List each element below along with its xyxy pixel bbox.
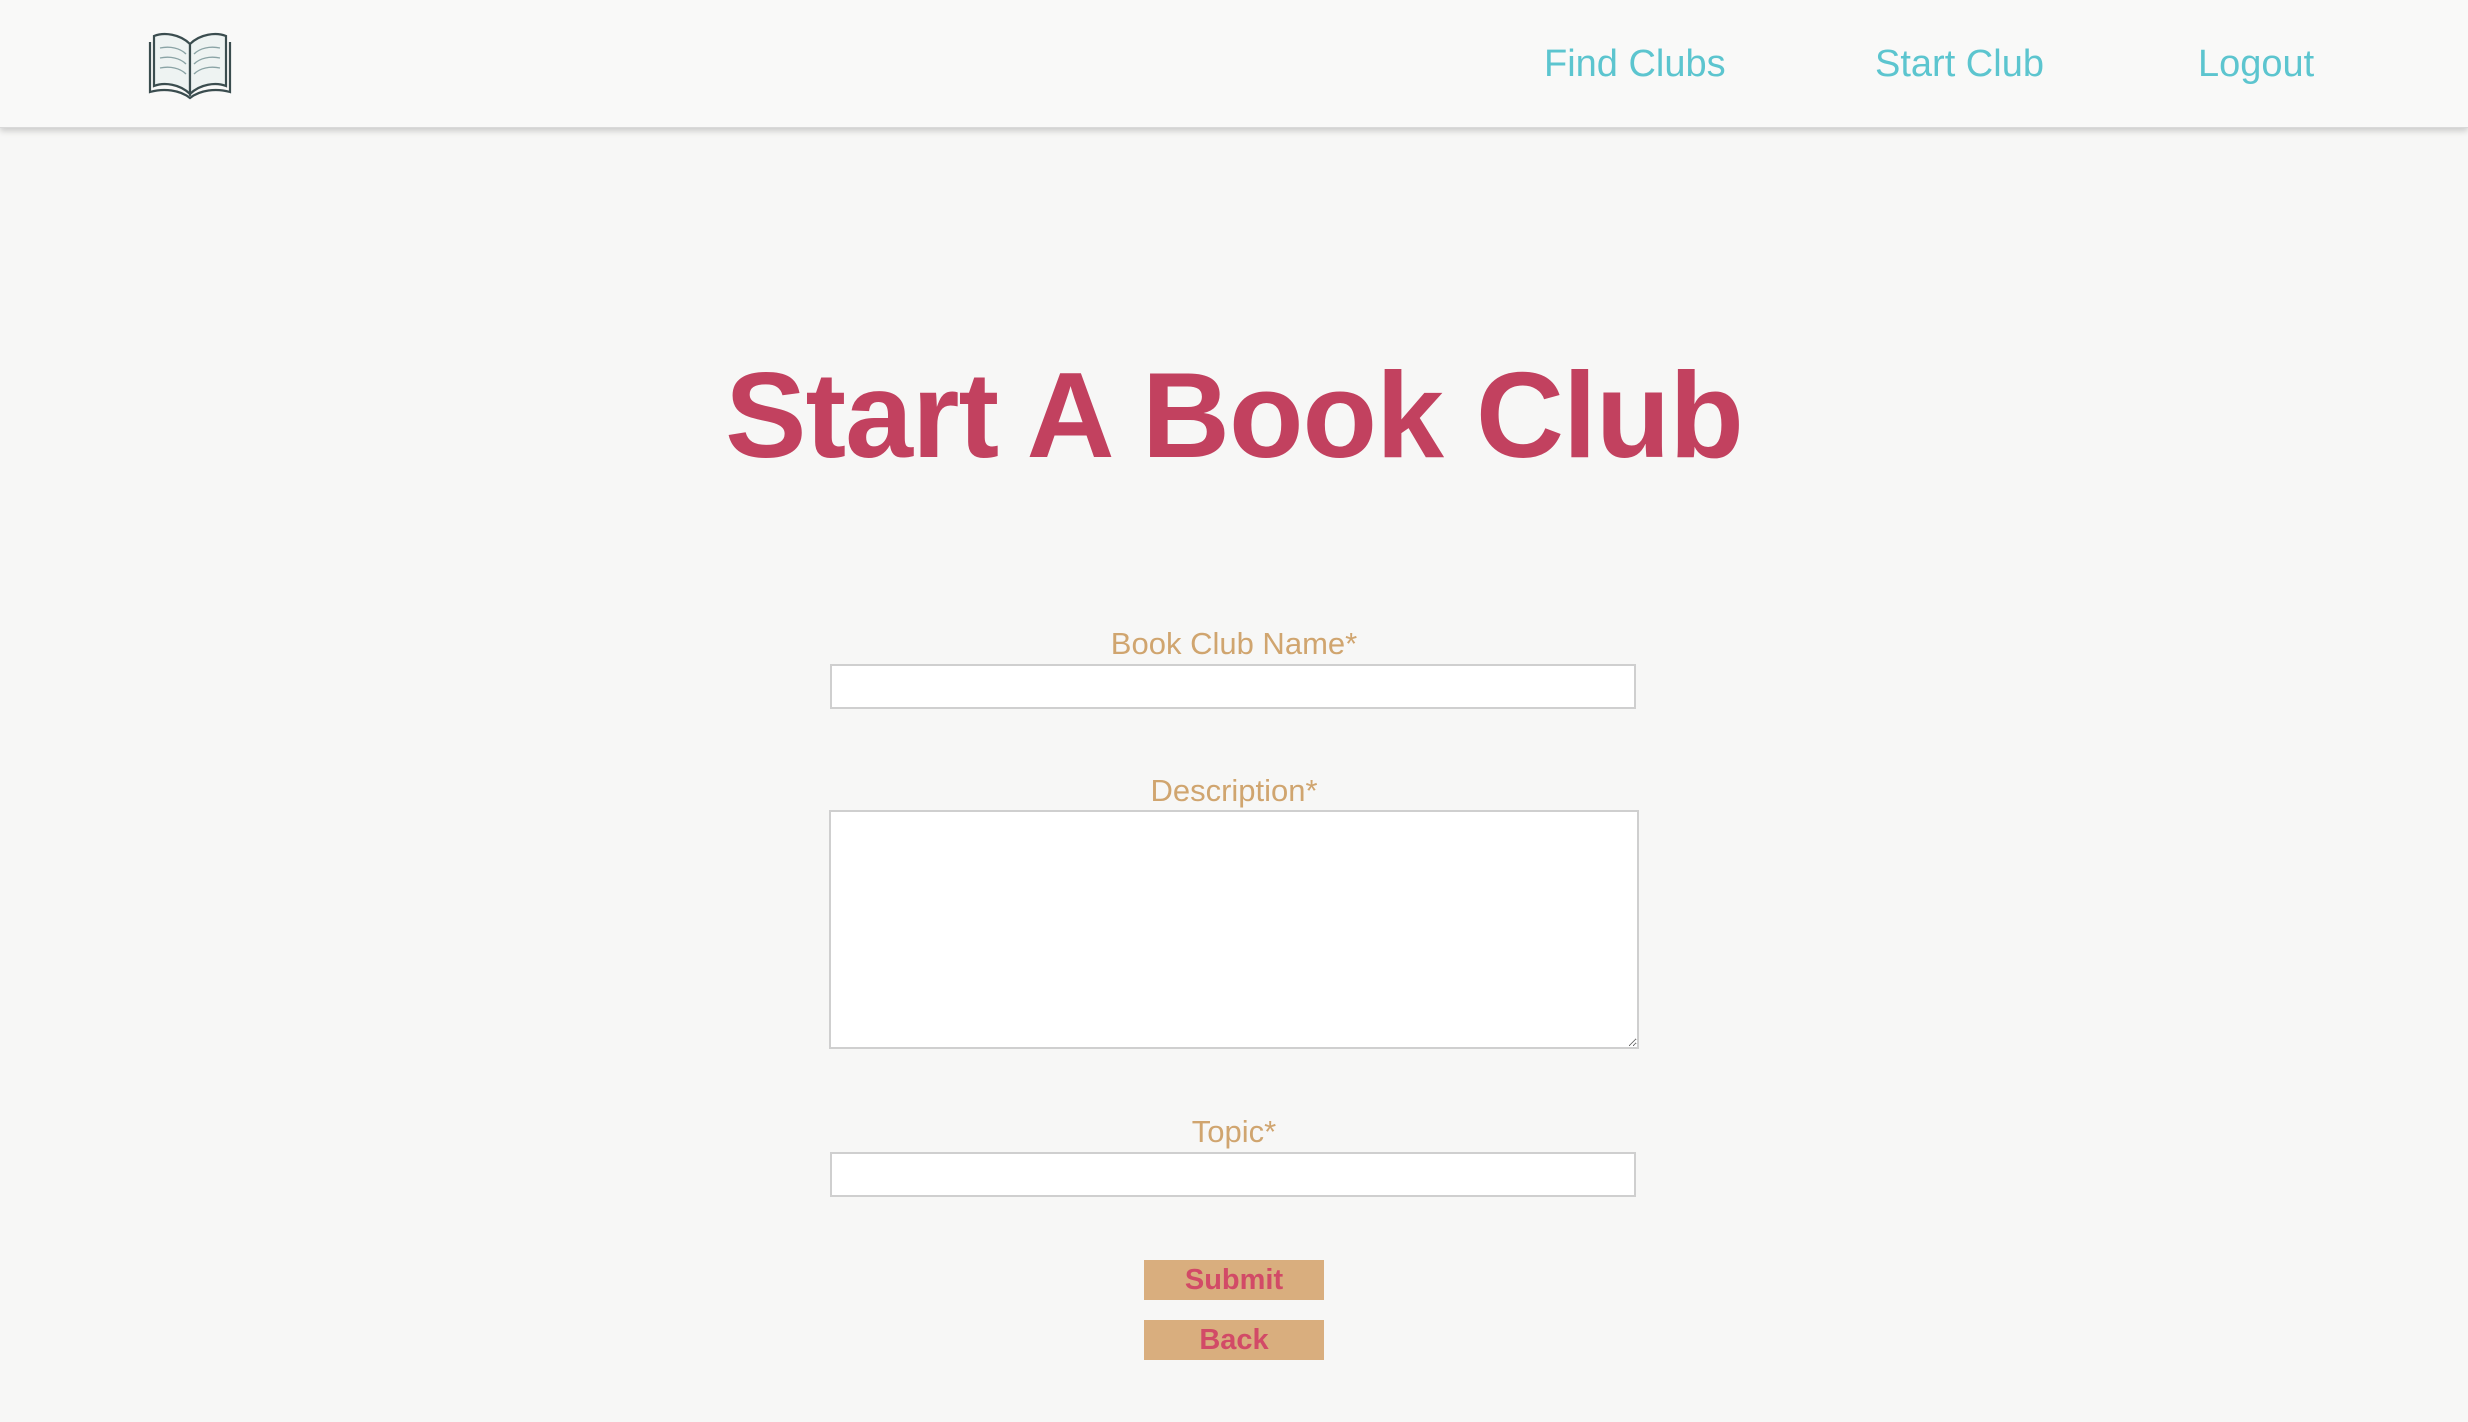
- back-button[interactable]: Back: [1144, 1320, 1324, 1360]
- nav-find-clubs[interactable]: Find Clubs: [1544, 38, 1726, 90]
- topic-label: Topic*: [1191, 1114, 1277, 1149]
- page-title: Start A Book Club: [725, 347, 1744, 483]
- description-textarea[interactable]: [829, 810, 1639, 1049]
- submit-button[interactable]: Submit: [1144, 1260, 1324, 1300]
- description-label: Description*: [1150, 773, 1318, 808]
- topic-input[interactable]: [830, 1152, 1636, 1197]
- nav-start-club[interactable]: Start Club: [1875, 38, 2044, 90]
- book-club-name-label: Book Club Name*: [1110, 626, 1358, 661]
- open-book-icon[interactable]: [148, 28, 232, 100]
- nav-logout[interactable]: Logout: [2198, 38, 2314, 90]
- top-navbar: Find Clubs Start Club Logout: [0, 0, 2468, 128]
- book-club-name-input[interactable]: [830, 664, 1636, 709]
